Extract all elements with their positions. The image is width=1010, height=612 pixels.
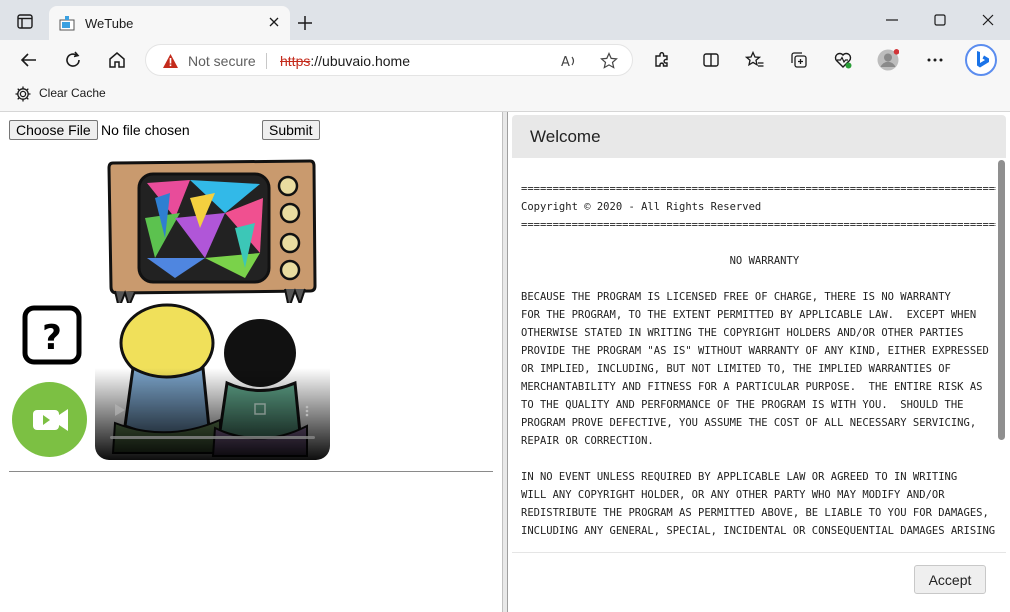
- left-pane: Choose File No file chosen Submit ?: [0, 112, 502, 612]
- refresh-icon[interactable]: [63, 50, 83, 70]
- split-screen-icon[interactable]: [701, 50, 721, 70]
- tab-actions-icon[interactable]: [10, 10, 40, 34]
- url-protocol: https: [280, 53, 311, 69]
- collections-icon[interactable]: [789, 50, 809, 70]
- url-host: ://ubuvaio.home: [310, 53, 410, 69]
- pane-splitter[interactable]: [502, 112, 508, 612]
- video-player[interactable]: [95, 158, 330, 460]
- browser-tab[interactable]: WeTube: [49, 6, 290, 40]
- dialog-divider: [512, 552, 1006, 553]
- favorites-bar: Clear Cache: [0, 80, 1010, 112]
- license-text-area[interactable]: ========================================…: [521, 180, 996, 551]
- svg-text:A: A: [561, 55, 570, 70]
- home-icon[interactable]: [107, 50, 127, 70]
- horizontal-rule: [9, 471, 493, 472]
- bing-icon[interactable]: [965, 44, 997, 76]
- question-mark-icon[interactable]: ?: [22, 305, 82, 365]
- read-aloud-icon[interactable]: A: [560, 52, 578, 70]
- url-text[interactable]: https://ubuvaio.home: [280, 53, 410, 69]
- security-status[interactable]: Not secure: [188, 53, 256, 69]
- window-close-icon[interactable]: [980, 12, 996, 28]
- address-bar[interactable]: Not secure https://ubuvaio.home A: [145, 44, 633, 76]
- dialog-scrollbar[interactable]: [997, 158, 1006, 548]
- more-icon[interactable]: [925, 50, 945, 70]
- license-text: ========================================…: [521, 183, 996, 537]
- browser-toolbar: Not secure https://ubuvaio.home A: [0, 40, 1010, 80]
- svg-text:?: ?: [42, 318, 62, 358]
- maximize-icon[interactable]: [932, 12, 948, 28]
- video-camera-icon[interactable]: [12, 382, 87, 457]
- puzzle-icon[interactable]: [652, 50, 672, 70]
- profile-avatar-icon[interactable]: [877, 49, 900, 71]
- warning-icon[interactable]: [162, 53, 179, 69]
- dialog-header: Welcome: [512, 115, 1006, 158]
- star-icon[interactable]: [600, 52, 618, 70]
- dialog-title: Welcome: [530, 127, 601, 146]
- back-arrow-icon[interactable]: [19, 50, 39, 70]
- favorites-icon[interactable]: [744, 50, 765, 70]
- new-tab-icon[interactable]: [296, 14, 314, 32]
- scrollbar-thumb[interactable]: [998, 160, 1005, 440]
- file-status: No file chosen: [101, 122, 190, 138]
- choose-file-button[interactable]: Choose File: [9, 120, 98, 140]
- welcome-dialog: Welcome ================================…: [509, 112, 1010, 612]
- tab-title: WeTube: [85, 16, 134, 31]
- title-bar: WeTube: [0, 0, 1010, 40]
- page-content: Choose File No file chosen Submit ? Welc…: [0, 112, 1010, 612]
- clear-cache-link[interactable]: Clear Cache: [39, 86, 106, 100]
- accept-button[interactable]: Accept: [914, 565, 986, 594]
- wetube-favicon-icon: [59, 15, 75, 31]
- submit-button[interactable]: Submit: [262, 120, 320, 140]
- tab-close-icon[interactable]: [266, 14, 282, 30]
- minimize-icon[interactable]: [884, 12, 900, 28]
- address-separator: [266, 53, 267, 69]
- gear-icon[interactable]: [14, 85, 32, 103]
- browser-essentials-icon[interactable]: [833, 50, 853, 70]
